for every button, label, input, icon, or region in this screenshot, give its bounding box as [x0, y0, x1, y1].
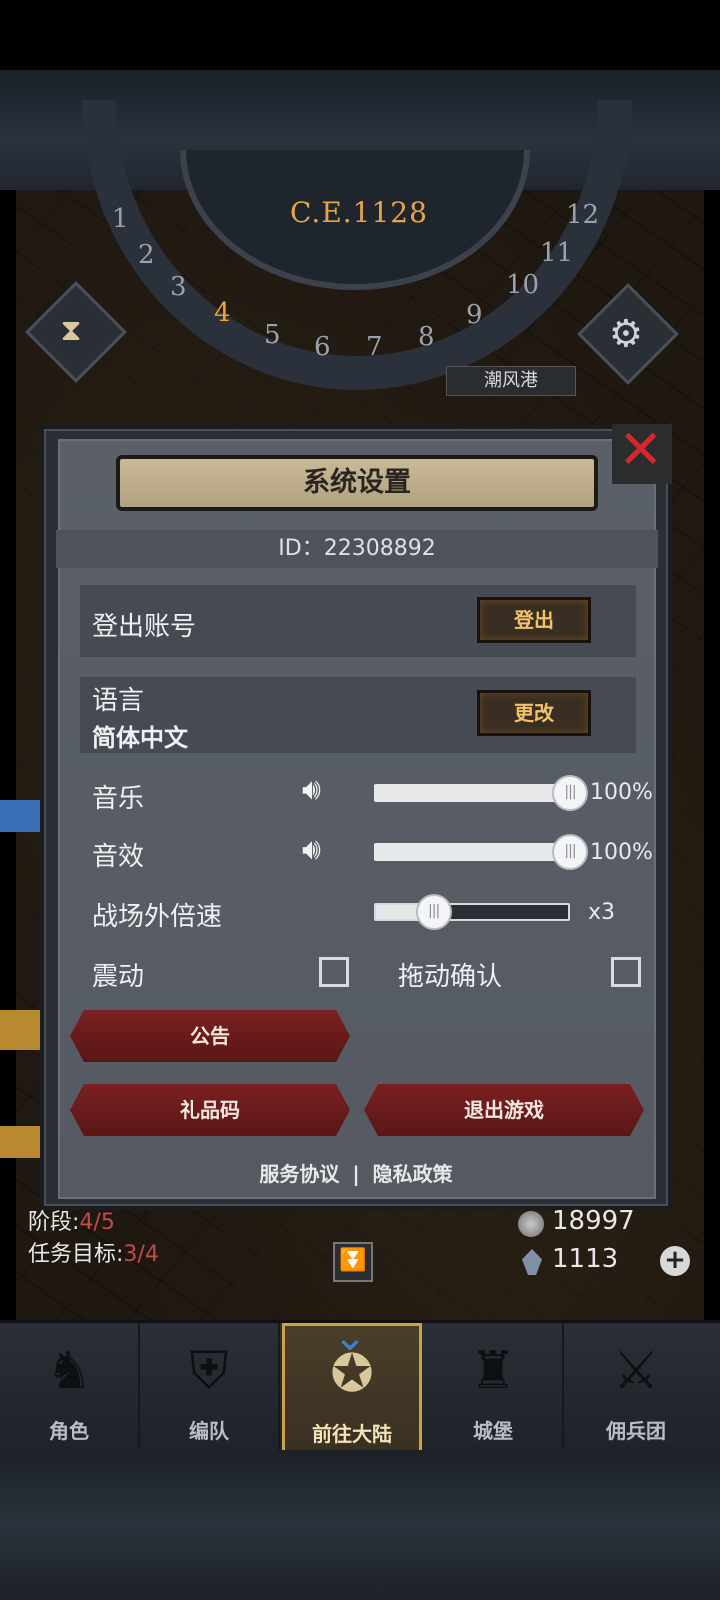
- ring-number: 10: [506, 270, 540, 300]
- ring-number: 3: [170, 272, 187, 302]
- change-language-button[interactable]: 更改: [477, 690, 591, 736]
- ring-number: 9: [466, 300, 483, 330]
- speed-label: 战场外倍速: [92, 902, 223, 932]
- ring-number: 5: [264, 320, 281, 350]
- nav-label: 城堡: [473, 1419, 513, 1443]
- chevron-down-icon: ⌄: [333, 1314, 367, 1360]
- calendar-year: C.E.1128: [290, 196, 428, 229]
- silver-amount: 18997: [552, 1206, 635, 1236]
- music-label: 音乐: [92, 784, 145, 814]
- crystal-amount: 1113: [552, 1244, 619, 1274]
- dialog-title: 系统设置: [116, 455, 598, 511]
- ring-number: 12: [566, 200, 600, 230]
- music-slider[interactable]: |||: [374, 775, 588, 811]
- port-label[interactable]: 潮风港: [446, 366, 576, 396]
- vibrate-label: 震动: [92, 962, 145, 992]
- task-progress: 任务目标:3/4: [28, 1236, 159, 1268]
- nav-label: 佣兵团: [606, 1419, 666, 1443]
- logout-button[interactable]: 登出: [477, 597, 591, 643]
- ring-number: 8: [418, 322, 435, 352]
- ring-number: 11: [540, 238, 574, 268]
- add-currency-button[interactable]: +: [660, 1246, 690, 1276]
- nav-label: 编队: [189, 1419, 229, 1443]
- task-value: 3/4: [123, 1242, 159, 1267]
- sfx-label: 音效: [92, 842, 145, 872]
- logout-label: 登出账号: [92, 612, 197, 642]
- mercenary-icon: ⚔: [612, 1341, 660, 1401]
- ring-number: 7: [366, 332, 383, 362]
- drag-confirm-label: 拖动确认: [398, 962, 503, 992]
- notice-button[interactable]: 公告: [70, 1010, 350, 1062]
- side-quest-tab[interactable]: [0, 1010, 40, 1050]
- ring-number: 1: [112, 204, 129, 234]
- speaker-icon[interactable]: 🔊︎: [302, 772, 321, 807]
- quit-game-button[interactable]: 退出游戏: [364, 1084, 644, 1136]
- speed-slider[interactable]: |||: [374, 894, 570, 930]
- stage-progress: 阶段:4/5: [28, 1204, 115, 1236]
- collapse-button[interactable]: ⏬: [333, 1242, 373, 1282]
- side-search-tab[interactable]: [0, 1126, 40, 1158]
- hourglass-icon: ⧗: [60, 313, 82, 349]
- drag-confirm-checkbox[interactable]: [611, 957, 641, 987]
- ring-number: 6: [314, 332, 331, 362]
- footer-links: 服务协议 | 隐私政策: [40, 1158, 672, 1187]
- bottom-banner: [0, 1450, 720, 1600]
- knight-icon: ♞: [45, 1341, 93, 1401]
- ring-number: 2: [138, 240, 155, 270]
- side-battle-tab[interactable]: [0, 800, 40, 832]
- nav-item-castle[interactable]: ♜ 城堡: [424, 1323, 564, 1453]
- castle-icon: ♜: [469, 1341, 517, 1401]
- task-label: 任务目标:: [28, 1242, 124, 1267]
- nav-item-mercenary[interactable]: ⚔ 佣兵团: [566, 1323, 706, 1453]
- sfx-slider-thumb[interactable]: |||: [552, 834, 588, 870]
- speed-slider-thumb[interactable]: |||: [415, 894, 452, 930]
- music-slider-thumb[interactable]: |||: [552, 775, 588, 811]
- stage-label: 阶段:: [28, 1210, 80, 1235]
- gear-icon: ⚙: [608, 311, 643, 356]
- language-label: 语言: [92, 686, 145, 716]
- nav-item-character[interactable]: ♞ 角色: [0, 1323, 140, 1453]
- close-button[interactable]: ✕: [612, 418, 672, 484]
- stage-value: 4/5: [79, 1210, 115, 1235]
- speaker-icon[interactable]: 🔊︎: [302, 832, 321, 867]
- privacy-link[interactable]: 隐私政策: [373, 1162, 453, 1186]
- nav-label: 角色: [49, 1419, 89, 1443]
- team-icon: ⛨: [189, 1341, 229, 1401]
- language-value: 简体中文: [92, 724, 188, 752]
- close-icon: ✕: [618, 418, 664, 481]
- terms-link[interactable]: 服务协议: [259, 1162, 339, 1186]
- speed-value: x3: [588, 900, 616, 925]
- ring-number-active: 4: [214, 298, 231, 328]
- vibrate-checkbox[interactable]: [319, 957, 349, 987]
- silver-coin-icon: [518, 1211, 544, 1237]
- gift-code-button[interactable]: 礼品码: [70, 1084, 350, 1136]
- status-bar-area: [0, 0, 720, 70]
- player-id: ID：22308892: [56, 530, 658, 568]
- collapse-icon: ⏬: [339, 1248, 367, 1273]
- nav-item-team[interactable]: ⛨ 编队: [140, 1323, 280, 1453]
- music-value: 100%: [590, 780, 653, 805]
- link-separator: |: [352, 1162, 360, 1186]
- nav-label: 前往大陆: [312, 1422, 392, 1446]
- sfx-value: 100%: [590, 840, 653, 865]
- sfx-slider[interactable]: |||: [374, 834, 588, 870]
